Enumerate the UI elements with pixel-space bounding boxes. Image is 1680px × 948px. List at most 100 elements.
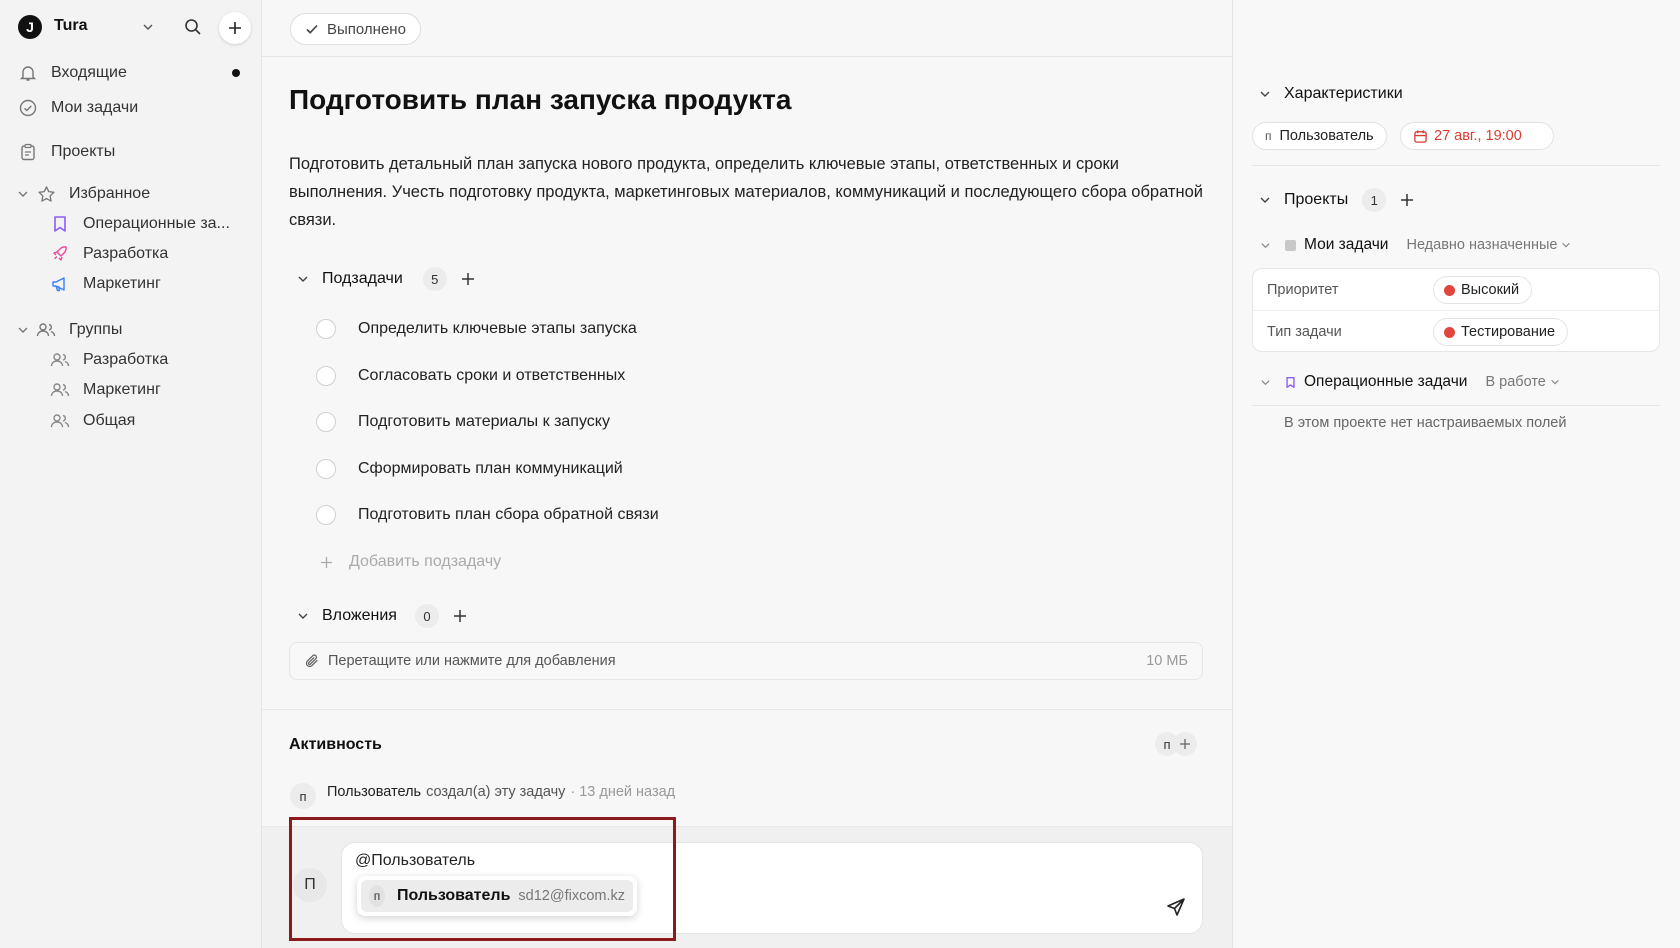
subtask-checkbox[interactable]: [316, 319, 336, 339]
activity-entry-user[interactable]: Пользователь: [327, 784, 421, 800]
subtask-item[interactable]: Определить ключевые этапы запуска: [316, 319, 637, 339]
workspace-name[interactable]: Tura: [54, 17, 87, 35]
create-button[interactable]: [219, 12, 251, 44]
sidebar-item-projects[interactable]: Проекты: [18, 142, 115, 162]
chevron-down-icon: [1258, 194, 1272, 206]
status-complete-button[interactable]: Выполнено: [290, 13, 421, 45]
field-value: Высокий: [1461, 282, 1520, 298]
chevron-down-icon[interactable]: [133, 12, 163, 42]
sidebar-item-my-tasks[interactable]: Мои задачи: [18, 98, 138, 118]
custom-fields-table: Приоритет Высокий Тип задачи Тестировани…: [1252, 268, 1660, 352]
chevron-down-icon: [1258, 88, 1272, 100]
add-attachment-plus-icon[interactable]: [453, 609, 467, 623]
ops-divider: [1252, 405, 1660, 406]
sidebar-section-favorites[interactable]: Избранное: [16, 184, 150, 204]
details-divider: [1252, 165, 1660, 166]
megaphone-icon: [50, 274, 70, 294]
due-date: 27 авг., 19:00: [1434, 128, 1522, 144]
unread-dot: [232, 69, 240, 77]
field-row-task-type: Тип задачи Тестирование: [1253, 311, 1659, 353]
sidebar-item-group-general[interactable]: Общая: [50, 411, 135, 431]
sidebar-item-favorite-ops[interactable]: Операционные за...: [50, 214, 230, 234]
workspace-logo[interactable]: J: [18, 15, 42, 39]
field-value: Тестирование: [1461, 324, 1556, 340]
add-project-plus-icon[interactable]: [1400, 193, 1414, 207]
projects-section-header[interactable]: Проекты 1: [1258, 188, 1414, 212]
activity-divider: [262, 709, 1232, 710]
plus-icon: [1180, 739, 1190, 749]
check-icon: [305, 22, 319, 36]
subtask-item[interactable]: Подготовить материалы к запуску: [316, 412, 610, 432]
projects-count: 1: [1362, 188, 1387, 212]
project-name: Мои задачи: [1304, 236, 1389, 253]
send-icon[interactable]: [1162, 893, 1190, 921]
activity-entry: Пользователь создал(а) эту задачу · 13 д…: [327, 784, 675, 800]
subtasks-header[interactable]: Подзадачи 5: [296, 267, 475, 291]
activity-title: Активность: [289, 736, 382, 753]
sidebar-item-group-marketing[interactable]: Маркетинг: [50, 380, 161, 400]
priority-tag[interactable]: Высокий: [1433, 276, 1533, 304]
assignee-name: Пользователь: [1279, 128, 1374, 144]
attachments-header[interactable]: Вложения 0: [296, 604, 467, 628]
task-type-tag[interactable]: Тестирование: [1433, 318, 1569, 346]
status-label: Выполнено: [327, 20, 406, 38]
star-icon: [36, 184, 56, 204]
assignee-chip[interactable]: п Пользователь: [1252, 122, 1387, 150]
subtask-checkbox[interactable]: [316, 459, 336, 479]
chevron-down-icon: [296, 610, 310, 622]
plus-icon: [229, 22, 241, 34]
attachment-dropzone[interactable]: Перетащите или нажмите для добавления 10…: [289, 642, 1203, 680]
chevron-down-icon: [1550, 377, 1560, 387]
subtask-checkbox[interactable]: [316, 366, 336, 386]
chevron-down-icon: [1259, 377, 1271, 388]
sidebar-section-label: Группы: [69, 321, 123, 338]
clipboard-icon: [18, 142, 38, 162]
highlight-box: [289, 817, 676, 941]
field-label: Приоритет: [1267, 281, 1339, 298]
subtask-title: Подготовить материалы к запуску: [358, 413, 610, 430]
subtask-title: Согласовать сроки и ответственных: [358, 367, 626, 384]
details-section-header[interactable]: Характеристики: [1258, 85, 1403, 103]
add-follower-button[interactable]: [1173, 732, 1197, 756]
project-section-select[interactable]: Недавно назначенные: [1406, 237, 1557, 253]
subtask-checkbox[interactable]: [316, 412, 336, 432]
subtask-title: Сформировать план коммуникаций: [358, 460, 623, 477]
sidebar-item-label: Проекты: [51, 143, 116, 160]
add-subtask-plus-icon[interactable]: [461, 272, 475, 286]
plus-icon: [320, 556, 333, 569]
rocket-icon: [50, 244, 70, 264]
subtask-checkbox[interactable]: [316, 505, 336, 525]
users-icon: [36, 320, 56, 340]
add-subtask-label: Добавить подзадачу: [349, 553, 502, 570]
project-my-tasks-header[interactable]: Мои задачи Недавно назначенные: [1259, 236, 1571, 254]
due-date-chip[interactable]: 27 авг., 19:00: [1400, 122, 1554, 150]
sidebar-item-group-dev[interactable]: Разработка: [50, 350, 168, 370]
sidebar-item-label: Общая: [83, 412, 136, 429]
paperclip-icon: [304, 653, 320, 669]
subtask-item[interactable]: Сформировать план коммуникаций: [316, 459, 623, 479]
sidebar-item-label: Операционные за...: [83, 215, 230, 232]
ops-empty-message: В этом проекте нет настраиваемых полей: [1284, 415, 1567, 431]
project-ops-header[interactable]: Операционные задачи В работе: [1259, 373, 1560, 391]
project-section-select[interactable]: В работе: [1485, 374, 1545, 390]
subtask-item[interactable]: Согласовать сроки и ответственных: [316, 366, 625, 386]
project-color-square: [1285, 239, 1296, 251]
sidebar-item-inbox[interactable]: Входящие: [18, 63, 127, 83]
task-title[interactable]: Подготовить план запуска продукта: [289, 84, 791, 116]
subtask-title: Подготовить план сбора обратной связи: [358, 506, 659, 523]
subtask-item[interactable]: Подготовить план сбора обратной связи: [316, 505, 659, 525]
users-icon: [50, 411, 70, 431]
activity-entry-time: · 13 дней назад: [570, 784, 676, 800]
sidebar-item-favorite-marketing[interactable]: Маркетинг: [50, 274, 161, 294]
subtasks-label: Подзадачи: [322, 270, 403, 287]
chevron-down-icon: [1561, 240, 1571, 250]
sidebar-section-groups[interactable]: Группы: [16, 320, 122, 340]
attachment-size-limit: 10 МБ: [1146, 653, 1188, 669]
sidebar-item-label: Маркетинг: [83, 275, 161, 292]
search-icon[interactable]: [178, 12, 208, 42]
bell-icon: [18, 63, 38, 83]
sidebar-item-favorite-dev[interactable]: Разработка: [50, 244, 168, 264]
task-description[interactable]: Подготовить детальный план запуска новог…: [289, 150, 1209, 234]
attachments-label: Вложения: [322, 607, 397, 624]
add-subtask-button[interactable]: Добавить подзадачу: [320, 553, 501, 571]
